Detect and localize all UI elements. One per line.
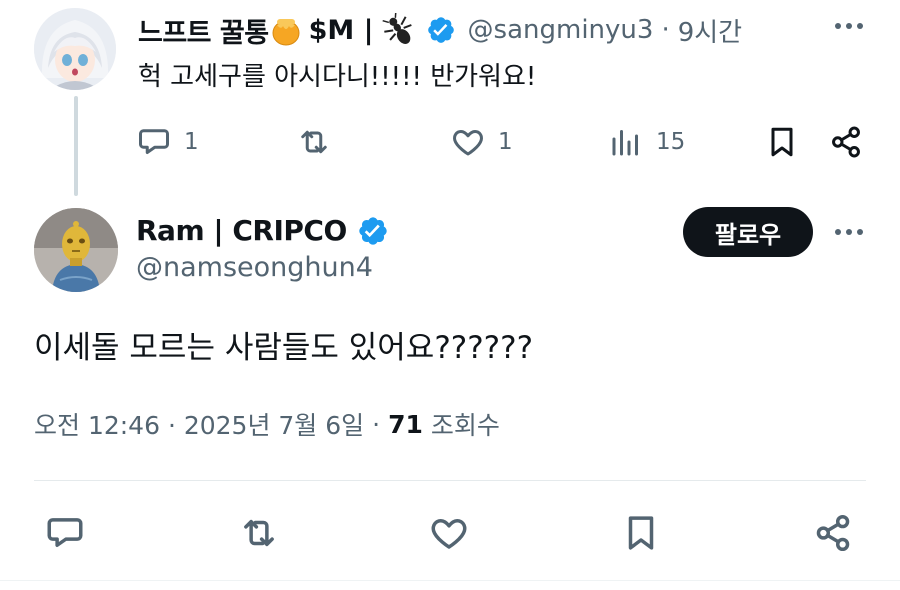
bookmark-icon <box>771 127 793 157</box>
ant-icon <box>382 11 416 47</box>
main-reply-button[interactable] <box>44 512 86 554</box>
main-more-options-icon[interactable] <box>832 222 866 242</box>
verified-badge-icon <box>426 15 456 45</box>
reply-like-button[interactable]: 1 <box>450 124 513 160</box>
bookmark-icon <box>628 516 654 550</box>
reply-retweet-button[interactable] <box>296 124 332 160</box>
main-author-avatar[interactable] <box>34 208 118 292</box>
share-icon <box>832 126 860 158</box>
bottom-divider <box>0 580 900 581</box>
reply-header: 느프트 꿀통 $M | @sangminyu3 · 9시간 <box>138 8 742 52</box>
like-count: 1 <box>498 129 513 155</box>
divider <box>34 480 866 481</box>
reply-more-options-icon[interactable] <box>832 16 866 36</box>
main-handle[interactable]: @namseonghun4 <box>136 252 373 283</box>
main-display-name[interactable]: Ram | CRIPCO <box>136 214 347 247</box>
main-name-row: Ram | CRIPCO <box>136 210 399 250</box>
reply-display-name[interactable]: 느프트 꿀통 <box>138 11 269 50</box>
reply-time[interactable]: 9시간 <box>678 12 742 49</box>
separator-dot: · <box>661 15 670 45</box>
verified-badge-icon <box>357 215 387 245</box>
reply-share-button[interactable] <box>828 124 864 160</box>
reply-count: 1 <box>184 129 199 155</box>
analytics-icon <box>612 130 638 156</box>
comment-icon <box>139 129 169 154</box>
main-views-label: 조회수 <box>430 411 500 440</box>
main-action-bar <box>0 510 900 558</box>
main-tweet-meta: 오전 12:46 · 2025년 7월 6일 · 71 조회수 <box>34 406 500 442</box>
heart-icon <box>453 130 483 156</box>
reply-reply-button[interactable]: 1 <box>136 124 199 160</box>
heart-icon <box>431 519 467 549</box>
reply-author-avatar[interactable] <box>34 8 116 90</box>
view-count: 15 <box>656 129 686 155</box>
reply-action-bar: 1 1 15 <box>0 120 900 164</box>
follow-button[interactable]: 팔로우 <box>683 207 813 257</box>
reply-handle[interactable]: @sangminyu3 <box>468 15 654 45</box>
reply-display-name-suffix: $M | <box>308 14 374 46</box>
main-share-button[interactable] <box>812 512 854 554</box>
main-like-button[interactable] <box>428 512 470 554</box>
retweet-icon <box>301 130 327 154</box>
main-timestamp[interactable]: 오전 12:46 · 2025년 7월 6일 <box>34 406 364 442</box>
main-retweet-button[interactable] <box>238 512 280 554</box>
reply-views-button[interactable]: 15 <box>608 124 685 160</box>
share-icon <box>816 514 850 552</box>
main-bookmark-button[interactable] <box>620 512 662 554</box>
reply-bookmark-button[interactable] <box>764 124 800 160</box>
retweet-icon <box>244 519 274 547</box>
main-views-count: 71 <box>388 409 423 439</box>
separator-dot: · <box>372 409 381 439</box>
reply-text: 헉 고세구를 아시다니!!!!! 반가워요! <box>138 62 537 92</box>
comment-icon <box>47 518 83 547</box>
main-tweet-text: 이세돌 모르는 사람들도 있어요?????? <box>34 330 534 366</box>
honey-pot-icon <box>271 14 301 46</box>
